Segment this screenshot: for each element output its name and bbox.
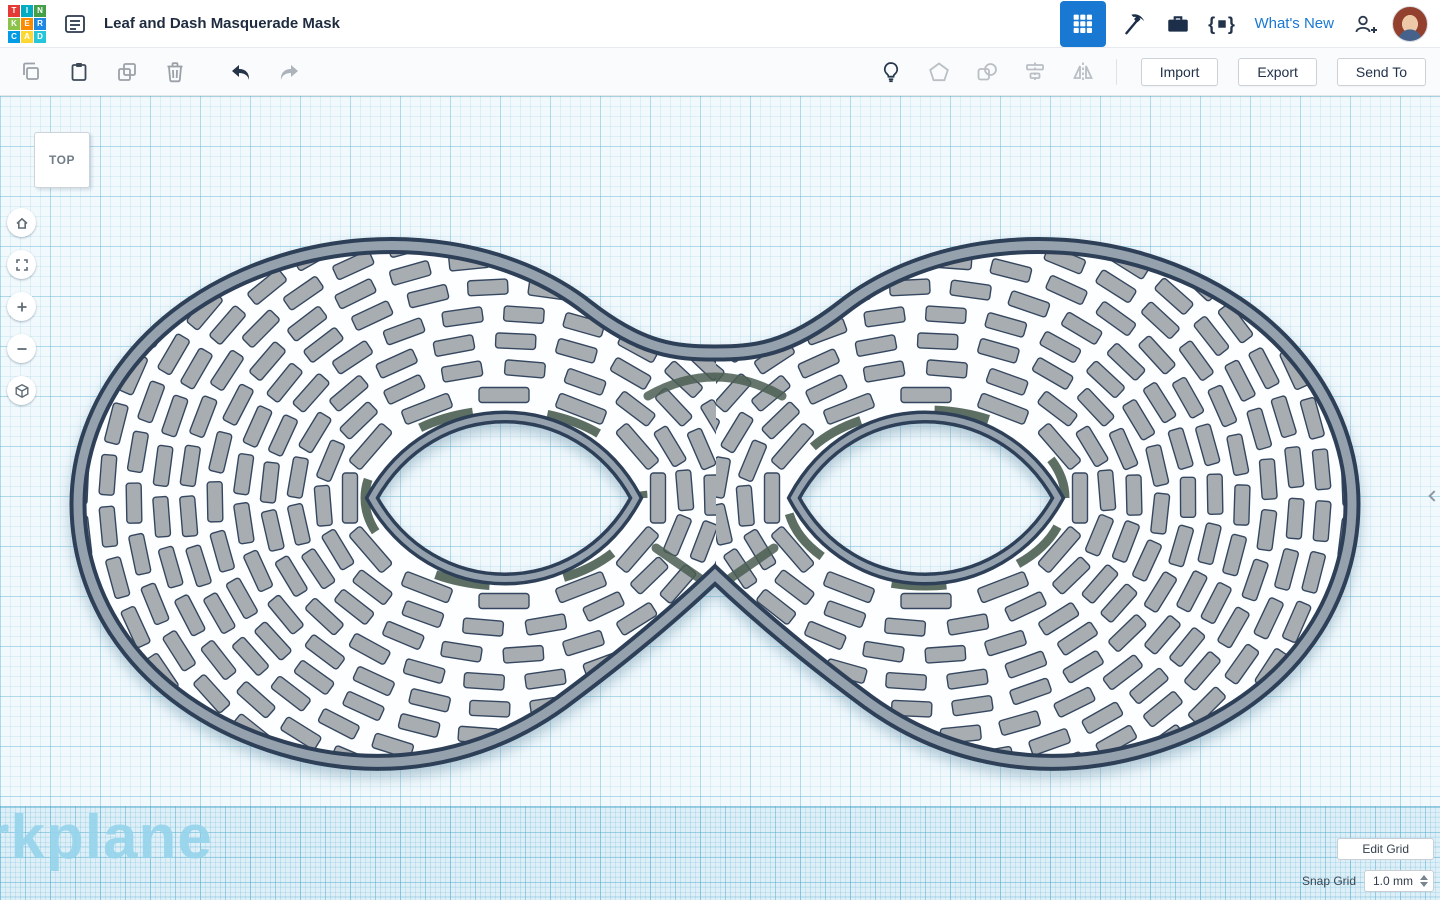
logo-tile: I xyxy=(21,5,33,17)
portfolio-button[interactable] xyxy=(1156,4,1200,44)
briefcase-icon xyxy=(1165,11,1191,37)
spinner-icon[interactable] xyxy=(1420,875,1428,887)
import-button[interactable]: Import xyxy=(1141,58,1219,86)
toolbar-divider xyxy=(1116,59,1117,85)
flip-button[interactable] xyxy=(1066,55,1100,89)
design-properties-button[interactable] xyxy=(58,7,92,41)
lightbulb-icon xyxy=(879,60,903,84)
align-icon xyxy=(1023,60,1047,84)
app-header: TIN KER CAD Leaf and Dash Masquerade Mask xyxy=(0,0,1440,48)
undo-button[interactable] xyxy=(224,55,258,89)
logo-tile: R xyxy=(34,18,46,30)
group-button[interactable] xyxy=(922,55,956,89)
group-shapes-icon xyxy=(927,60,951,84)
export-button[interactable]: Export xyxy=(1238,58,1316,86)
paste-icon xyxy=(67,60,91,84)
view-tools xyxy=(7,208,36,405)
panel-collapse-handle[interactable] xyxy=(1424,478,1440,514)
minus-icon xyxy=(14,341,30,357)
dashboard-button[interactable] xyxy=(1060,1,1106,47)
copy-icon xyxy=(19,60,43,84)
duplicate-icon xyxy=(115,60,139,84)
perspective-toggle-button[interactable] xyxy=(7,376,36,405)
cube-icon xyxy=(14,383,30,399)
delete-button[interactable] xyxy=(158,55,192,89)
zoom-in-button[interactable] xyxy=(7,292,36,321)
duplicate-button[interactable] xyxy=(110,55,144,89)
avatar[interactable] xyxy=(1392,6,1428,42)
logo-tile: C xyxy=(8,31,20,43)
svg-text:}: } xyxy=(1228,13,1235,33)
mirror-flip-icon xyxy=(1071,60,1095,84)
snap-grid-select[interactable]: 1.0 mm xyxy=(1364,870,1434,892)
snap-grid-row: Snap Grid 1.0 mm xyxy=(1302,870,1434,892)
redo-icon xyxy=(277,60,301,84)
canvas-viewport[interactable]: Workplane TOP xyxy=(0,96,1440,900)
whats-new-link[interactable]: What's New xyxy=(1254,15,1334,32)
chevron-left-icon xyxy=(1428,490,1439,501)
redo-button[interactable] xyxy=(272,55,306,89)
pickaxe-icon xyxy=(1121,11,1147,37)
view-home-button[interactable] xyxy=(7,208,36,237)
fit-view-icon xyxy=(14,257,30,273)
trash-icon xyxy=(163,60,187,84)
logo-tile: E xyxy=(21,18,33,30)
plus-icon xyxy=(14,299,30,315)
grid-controls: Edit Grid Snap Grid 1.0 mm xyxy=(1302,838,1434,892)
design-title: Leaf and Dash Masquerade Mask xyxy=(104,15,340,32)
edit-toolbar: Import Export Send To xyxy=(0,48,1440,96)
tinker-pickaxe-button[interactable] xyxy=(1112,4,1156,44)
codeblocks-icon: { } xyxy=(1206,11,1238,37)
ungroup-shapes-icon xyxy=(975,60,999,84)
add-user-button[interactable] xyxy=(1344,4,1388,44)
view-cube[interactable]: TOP xyxy=(34,132,90,188)
fit-view-button[interactable] xyxy=(7,250,36,279)
home-icon xyxy=(14,215,30,231)
show-all-button[interactable] xyxy=(874,55,908,89)
logo-tile: D xyxy=(34,31,46,43)
logo-tile: N xyxy=(34,5,46,17)
zoom-out-button[interactable] xyxy=(7,334,36,363)
properties-list-icon xyxy=(63,12,87,36)
align-button[interactable] xyxy=(1018,55,1052,89)
person-plus-icon xyxy=(1352,11,1380,37)
view-cube-label: TOP xyxy=(49,153,75,167)
logo-tile: T xyxy=(8,5,20,17)
snap-grid-value: 1.0 mm xyxy=(1373,874,1413,888)
codeblocks-button[interactable]: { } xyxy=(1200,4,1244,44)
tinkercad-logo[interactable]: TIN KER CAD xyxy=(8,5,46,43)
ungroup-button[interactable] xyxy=(970,55,1004,89)
copy-button[interactable] xyxy=(14,55,48,89)
svg-text:{: { xyxy=(1209,13,1216,33)
edit-grid-button[interactable]: Edit Grid xyxy=(1337,838,1434,860)
logo-tile: K xyxy=(8,18,20,30)
dashboard-grid-icon xyxy=(1072,13,1094,35)
logo-tile: A xyxy=(21,31,33,43)
mask-model[interactable] xyxy=(0,96,1440,900)
undo-icon xyxy=(229,60,253,84)
snap-grid-label: Snap Grid xyxy=(1302,874,1356,888)
send-to-button[interactable]: Send To xyxy=(1337,58,1426,86)
paste-button[interactable] xyxy=(62,55,96,89)
